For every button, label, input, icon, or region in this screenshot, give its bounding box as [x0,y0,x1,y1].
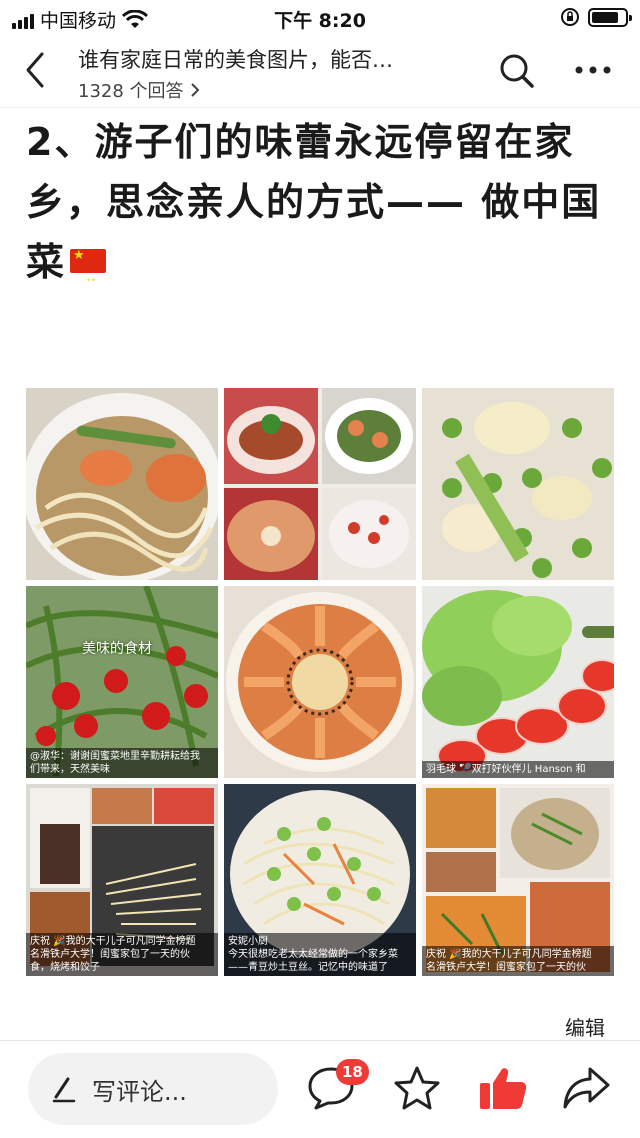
image-caption-line: 庆祝 🎉我的大干儿子可凡同学金榜题 [30,936,196,947]
bottom-action-bar: 写评论... 18 [0,1040,640,1138]
comment-placeholder: 写评论... [92,1077,187,1106]
image-caption-line: 们带来，天然美味 [30,764,110,775]
search-icon[interactable] [498,52,536,90]
image-caption: 庆祝 🎉我的大干儿子可凡同学金榜题 名滑铁卢大学！闺蜜家包了一天的伙 食，烧烤和… [26,933,218,976]
answer-count-link[interactable]: 1328 个回答 [78,77,200,103]
food-image-8[interactable]: 安妮小厨 今天很想吃老太太经常做的一个家乡菜 ——青豆炒土豆丝。记忆中的味道了 [224,784,416,976]
image-caption: @淑华：谢谢闺蜜菜地里辛勤耕耘给我 们带来，天然美味 [26,748,218,778]
food-image-2[interactable] [224,388,416,580]
question-header: 谁有家庭日常的美食图片，能否… 1328 个回答 [0,36,640,108]
pen-icon [52,1077,76,1103]
food-image-3[interactable] [422,388,614,580]
image-caption-line: 今天很想吃老太太经常做的一个家乡菜 [228,949,398,960]
rotation-lock-icon [561,8,579,26]
status-right [560,7,632,27]
battery-icon [588,7,632,27]
image-caption-line: 庆祝 🎉我的大干儿子可凡同学金榜题 [426,949,592,960]
image-grid: 美味的食材 @淑华：谢谢闺蜜菜地里辛勤耕耘给我 们带来，天然美味 羽毛球 🏸双打… [26,388,614,976]
status-bar: 中国移动 下午 8:20 [0,0,640,36]
food-image-7[interactable]: 庆祝 🎉我的大干儿子可凡同学金榜题 名滑铁卢大学！闺蜜家包了一天的伙 食，烧烤和… [26,784,218,976]
comment-count-badge: 18 [336,1059,369,1085]
back-icon[interactable] [18,50,52,90]
food-image-5[interactable] [224,586,416,778]
answer-heading: 2、游子们的味蕾永远停留在家乡，思念亲人的方式—— 做中国菜 [26,112,626,311]
status-time: 下午 8:20 [274,10,366,32]
image-caption-line: 名滑铁卢大学！闺蜜家包了一天的伙 [30,949,190,960]
food-image-6[interactable]: 羽毛球 🏸双打好伙伴儿 Hanson 和 [422,586,614,778]
question-title[interactable]: 谁有家庭日常的美食图片，能否… [78,44,393,74]
food-image-4[interactable]: 美味的食材 @淑华：谢谢闺蜜菜地里辛勤耕耘给我 们带来，天然美味 [26,586,218,778]
image-caption-line: 羽毛球 🏸双打好伙伴儿 Hanson 和 [426,764,586,775]
image-caption-line: 安妮小厨 [228,936,268,947]
image-caption: 羽毛球 🏸双打好伙伴儿 Hanson 和 [422,761,614,778]
star-icon[interactable] [392,1065,442,1111]
image-caption-line: 名滑铁卢大学！闺蜜家包了一天的伙 [426,962,586,973]
image-caption-line: @淑华：谢谢闺蜜菜地里辛勤耕耘给我 [30,751,200,762]
image-caption: 安妮小厨 今天很想吃老太太经常做的一个家乡菜 ——青豆炒土豆丝。记忆中的味道了 [224,933,416,976]
china-flag-icon [70,248,107,311]
more-icon[interactable] [572,58,614,82]
comment-input[interactable]: 写评论... [28,1053,278,1125]
share-icon[interactable] [562,1065,612,1111]
chevron-right-icon [190,83,199,97]
answer-heading-text: 2、游子们的味蕾永远停留在家乡，思念亲人的方式—— 做中国菜 [26,120,602,284]
food-image-1[interactable] [26,388,218,580]
image-caption-line: ——青豆炒土豆丝。记忆中的味道了 [228,962,388,973]
image-caption: 庆祝 🎉我的大干儿子可凡同学金榜题 名滑铁卢大学！闺蜜家包了一天的伙 [422,946,614,976]
edit-link[interactable]: 编辑 [565,1012,605,1041]
thumbs-up-icon[interactable] [478,1065,528,1111]
answer-count: 1328 个回答 [78,81,184,102]
image-watermark: 美味的食材 [82,641,152,657]
food-image-9[interactable]: 庆祝 🎉我的大干儿子可凡同学金榜题 名滑铁卢大学！闺蜜家包了一天的伙 [422,784,614,976]
image-caption-line: 食，烧烤和饺子 [30,962,100,973]
